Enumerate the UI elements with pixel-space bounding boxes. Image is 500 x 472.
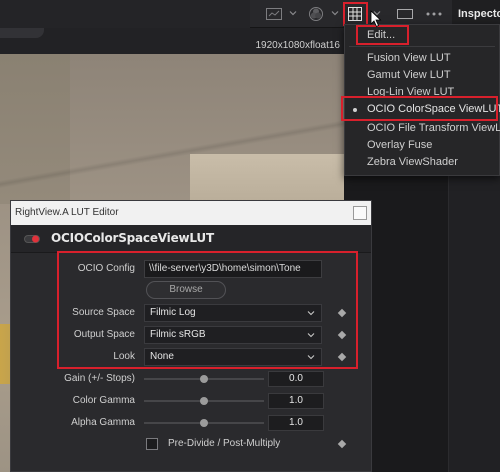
browse-button[interactable]: Browse — [146, 281, 226, 299]
source-space-dropdown[interactable]: Filmic Log — [144, 304, 322, 322]
menu-item-ocio-file-transform-viewlut[interactable]: OCIO File Transform ViewLUT — [345, 120, 500, 137]
output-space-dropdown[interactable]: Filmic sRGB — [144, 326, 322, 344]
menu-item-fusion-view-lut[interactable]: Fusion View LUT — [345, 50, 500, 67]
color-gamma-label: Color Gamma — [72, 395, 135, 406]
chevron-down-icon — [307, 333, 315, 338]
keyframe-diamond-icon[interactable] — [337, 352, 347, 362]
ocio-config-label: OCIO Config — [77, 263, 135, 274]
look-label: Look — [113, 351, 135, 362]
toolbar-left-strip — [0, 0, 250, 28]
menu-item-zebra-viewshader[interactable]: Zebra ViewShader — [345, 154, 500, 171]
gain-value-field[interactable]: 0.0 — [268, 371, 324, 387]
chevron-down-icon[interactable] — [288, 8, 298, 18]
slider-knob[interactable] — [200, 375, 208, 383]
alpha-gamma-slider[interactable] — [144, 417, 264, 429]
menu-item-overlay-fuse[interactable]: Overlay Fuse — [345, 137, 500, 154]
tool-name: OCIOColorSpaceViewLUT — [51, 231, 214, 245]
dialog-titlebar[interactable]: RightView.A LUT Editor — [11, 201, 371, 225]
predivide-checkbox[interactable] — [146, 438, 158, 450]
close-button[interactable] — [353, 206, 367, 220]
keyframe-diamond-icon[interactable] — [337, 439, 347, 449]
alpha-gamma-value-field[interactable]: 1.0 — [268, 415, 324, 431]
selected-dot-icon — [353, 108, 357, 112]
menu-item-ocio-colorspace-viewlut[interactable]: OCIO ColorSpace ViewLUT — [345, 101, 500, 118]
menu-item-gamut-view-lut[interactable]: Gamut View LUT — [345, 67, 500, 84]
source-space-value: Filmic Log — [150, 307, 196, 318]
mouse-cursor-icon — [370, 10, 382, 28]
menu-separator — [349, 46, 495, 47]
ocio-config-field[interactable]: \\file-server\y3D\home\simon\Tone — [144, 260, 322, 278]
color-gamma-slider[interactable] — [144, 395, 264, 407]
color-gamma-value-field[interactable]: 1.0 — [268, 393, 324, 409]
slider-knob[interactable] — [200, 419, 208, 427]
menu-item-log-lin-view-lut[interactable]: Log-Lin View LUT — [345, 84, 500, 101]
lut-editor-dialog: RightView.A LUT Editor OCIOColorSpaceVie… — [10, 200, 372, 472]
source-space-label: Source Space — [72, 307, 135, 318]
chevron-down-icon[interactable] — [330, 8, 340, 18]
look-dropdown[interactable]: None — [144, 348, 322, 366]
output-space-value: Filmic sRGB — [150, 329, 206, 340]
predivide-label: Pre-Divide / Post-Multiply — [168, 438, 281, 449]
tool-header: OCIOColorSpaceViewLUT — [11, 225, 371, 253]
chevron-down-icon — [307, 311, 315, 316]
output-space-label: Output Space — [73, 329, 135, 340]
slider-knob[interactable] — [200, 397, 208, 405]
alpha-gamma-label: Alpha Gamma — [71, 417, 135, 428]
menu-item-label: OCIO ColorSpace ViewLUT — [367, 103, 500, 115]
histogram-icon[interactable] — [265, 6, 283, 22]
menu-item-edit[interactable]: Edit... — [345, 27, 500, 44]
aspect-frame-icon[interactable] — [396, 6, 414, 22]
chevron-down-icon — [307, 355, 315, 360]
gain-slider[interactable] — [144, 373, 264, 385]
gain-label: Gain (+/- Stops) — [64, 373, 135, 384]
dialog-title: RightView.A LUT Editor — [15, 207, 119, 218]
color-wheel-icon[interactable] — [307, 6, 325, 22]
resolution-readout: 1920x1080xfloat16 — [255, 40, 340, 51]
lut-grid-icon[interactable] — [347, 6, 363, 22]
lut-menu: Edit... Fusion View LUT Gamut View LUT L… — [344, 24, 500, 176]
look-value: None — [150, 351, 174, 362]
keyframe-diamond-icon[interactable] — [337, 308, 347, 318]
viewer-tab[interactable] — [0, 28, 44, 38]
tool-enable-toggle[interactable] — [24, 235, 40, 243]
keyframe-diamond-icon[interactable] — [337, 330, 347, 340]
more-icon[interactable] — [425, 6, 443, 22]
